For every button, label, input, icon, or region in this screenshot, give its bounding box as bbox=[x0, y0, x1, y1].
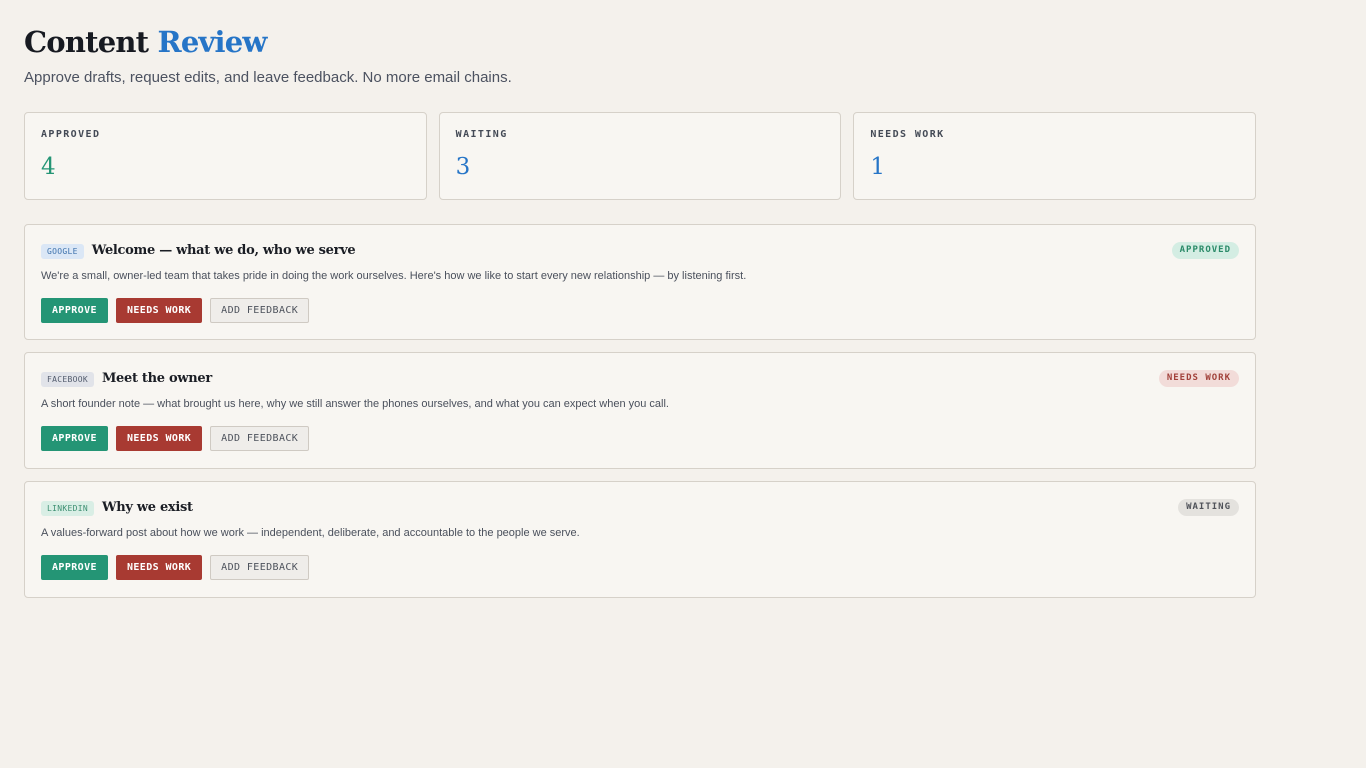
status-badge: APPROVED bbox=[1171, 242, 1239, 259]
stat-card-approved: APPROVED 4 bbox=[24, 112, 427, 200]
stat-label: APPROVED bbox=[41, 129, 101, 140]
card-title: Meet the owner bbox=[101, 371, 212, 386]
page-title-accent: Review bbox=[157, 25, 268, 59]
review-card: FACEBOOK Meet the owner NEEDS WORK A sho… bbox=[24, 352, 1256, 469]
page-subtitle: Approve drafts, request edits, and leave… bbox=[24, 69, 512, 86]
needs-work-button[interactable]: NEEDS WORK bbox=[115, 555, 203, 580]
stat-label: WAITING bbox=[455, 129, 508, 140]
platform-tag: LINKEDIN bbox=[41, 500, 94, 516]
card-header: GOOGLE Welcome — what we do, who we serv… bbox=[41, 243, 356, 259]
card-description: A values-forward post about how we work … bbox=[41, 527, 580, 539]
needs-work-button[interactable]: NEEDS WORK bbox=[115, 298, 203, 323]
card-actions: APPROVE NEEDS WORK ADD FEEDBACK bbox=[41, 555, 310, 580]
stats-row: APPROVED 4 WAITING 3 NEEDS WORK 1 bbox=[24, 112, 1257, 200]
card-description: We're a small, owner-led team that takes… bbox=[41, 270, 747, 282]
status-badge: WAITING bbox=[1178, 499, 1239, 516]
review-card: LINKEDIN Why we exist WAITING A values-f… bbox=[24, 481, 1256, 598]
stat-value: 3 bbox=[455, 154, 471, 180]
add-feedback-button[interactable]: ADD FEEDBACK bbox=[210, 298, 310, 323]
content-review-page: Content Review Approve drafts, request e… bbox=[0, 0, 1366, 768]
approve-button[interactable]: APPROVE bbox=[41, 298, 108, 323]
platform-tag: FACEBOOK bbox=[41, 371, 94, 387]
page-title: Content Review bbox=[24, 22, 267, 62]
card-title: Why we exist bbox=[101, 500, 193, 515]
stat-card-waiting: WAITING 3 bbox=[438, 112, 842, 200]
add-feedback-button[interactable]: ADD FEEDBACK bbox=[210, 555, 310, 580]
stat-value: 4 bbox=[41, 154, 56, 180]
page-title-main: Content bbox=[24, 25, 149, 59]
status-badge: NEEDS WORK bbox=[1158, 370, 1239, 387]
review-card: GOOGLE Welcome — what we do, who we serv… bbox=[24, 224, 1256, 340]
card-header: LINKEDIN Why we exist bbox=[41, 500, 193, 516]
card-header: FACEBOOK Meet the owner bbox=[41, 371, 212, 387]
add-feedback-button[interactable]: ADD FEEDBACK bbox=[210, 426, 310, 451]
stat-card-needs-work: NEEDS WORK 1 bbox=[853, 112, 1257, 200]
needs-work-button[interactable]: NEEDS WORK bbox=[115, 426, 203, 451]
stat-value: 1 bbox=[870, 154, 885, 180]
card-actions: APPROVE NEEDS WORK ADD FEEDBACK bbox=[41, 426, 310, 451]
platform-tag: GOOGLE bbox=[41, 243, 84, 259]
approve-button[interactable]: APPROVE bbox=[41, 555, 108, 580]
stat-label: NEEDS WORK bbox=[870, 129, 945, 140]
card-actions: APPROVE NEEDS WORK ADD FEEDBACK bbox=[41, 298, 310, 323]
card-title: Welcome — what we do, who we serve bbox=[91, 243, 356, 258]
card-description: A short founder note — what brought us h… bbox=[41, 398, 669, 410]
approve-button[interactable]: APPROVE bbox=[41, 426, 108, 451]
